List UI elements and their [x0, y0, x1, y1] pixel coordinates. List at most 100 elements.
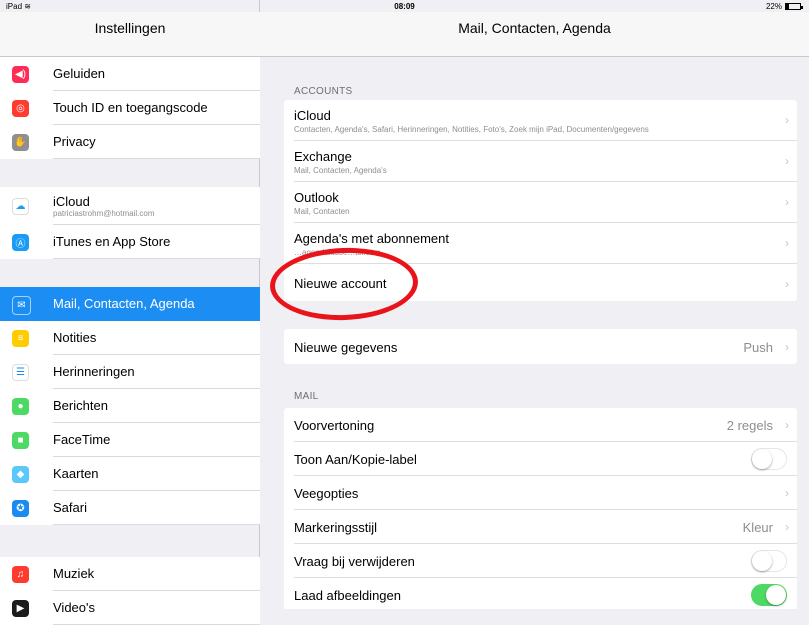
account-title: Exchange — [294, 149, 352, 164]
account-subtitle: …agendalosse…ail.com — [294, 248, 381, 257]
sidebar-item-label: Berichten — [53, 398, 108, 413]
speaker-icon: ◀) — [12, 66, 29, 83]
facetime-icon: ■ — [12, 432, 29, 449]
sidebar-item[interactable]: ■ FaceTime — [0, 423, 260, 457]
mail-setting-row[interactable]: Voorvertoning 2 regels › — [284, 408, 797, 442]
row-divider — [53, 524, 260, 525]
sidebar-item-label: Herinneringen — [53, 364, 135, 379]
sidebar-item[interactable]: ♫ Muziek — [0, 557, 260, 591]
messages-icon: ● — [12, 398, 29, 415]
chevron-right-icon: › — [785, 154, 789, 168]
battery-percent: 22% — [765, 2, 782, 11]
detail-pane: Mail, Contacten, Agenda ACCOUNTS iCloud C… — [260, 0, 809, 609]
sidebar-item-label: Safari — [53, 500, 87, 515]
hand-icon: ✋ — [12, 134, 29, 151]
row-divider — [53, 158, 260, 159]
chevron-right-icon: › — [785, 236, 789, 250]
mail-group: Voorvertoning 2 regels › Toon Aan/Kopie-lab… — [284, 408, 797, 609]
sidebar-item[interactable]: ● Berichten — [0, 389, 260, 423]
mail-setting-row[interactable]: Toon Aan/Kopie-label — [284, 442, 797, 476]
sidebar-item[interactable]: ☁ iCloud patriciastrohm@hotmail.com — [0, 187, 260, 225]
maps-icon: ◆ — [12, 466, 29, 483]
toggle-knob — [766, 585, 786, 605]
account-row[interactable]: Outlook Mail, Contacten › — [284, 182, 797, 223]
chevron-right-icon: › — [785, 277, 789, 291]
accounts-section-label: ACCOUNTS — [294, 86, 353, 97]
new-data-label: Nieuwe gegevens — [294, 340, 398, 355]
toggle-knob — [752, 551, 772, 571]
fingerprint-icon: ◎ — [12, 100, 29, 117]
sidebar-item-label: Notities — [53, 330, 97, 345]
sidebar-item-label: Video's — [53, 600, 95, 615]
sidebar-item[interactable]: ☰ Herinneringen — [0, 355, 260, 389]
account-title: Nieuwe account — [294, 276, 387, 291]
account-row[interactable]: iCloud Contacten, Agenda's, Safari, Herin… — [284, 100, 797, 141]
mail-setting-row[interactable]: Markeringsstijl Kleur › — [284, 510, 797, 544]
account-title: Outlook — [294, 190, 339, 205]
mail-setting-row[interactable]: Vraag bij verwijderen — [284, 544, 797, 578]
mail-setting-label: Voorvertoning — [294, 418, 375, 433]
sidebar-item[interactable]: ◆ Kaarten — [0, 457, 260, 491]
sidebar-item[interactable]: ◀) Geluiden — [0, 57, 260, 91]
chevron-right-icon: › — [785, 340, 789, 354]
account-subtitle: Contacten, Agenda's, Safari, Herinnering… — [294, 125, 649, 134]
mail-setting-row[interactable]: Laad afbeeldingen — [284, 578, 797, 609]
mail-setting-value: 2 regels — [726, 418, 773, 433]
account-row[interactable]: Exchange Mail, Contacten, Agenda's › — [284, 141, 797, 182]
settings-sidebar: Instellingen ◀) Geluiden ◎ Touch ID en toeg… — [0, 0, 260, 625]
chevron-right-icon: › — [785, 486, 789, 500]
sidebar-item-label: iTunes en App Store — [53, 234, 171, 249]
toggle-switch[interactable] — [751, 448, 787, 470]
chevron-right-icon: › — [785, 195, 789, 209]
sidebar-item-label: Kaarten — [53, 466, 99, 481]
sidebar-item[interactable]: ⒶiTunes en App Store — [0, 225, 260, 259]
battery-icon — [785, 3, 803, 10]
detail-header: Mail, Contacten, Agenda — [260, 12, 809, 57]
chevron-right-icon: › — [785, 418, 789, 432]
clock: 08:09 — [394, 2, 415, 11]
sidebar-item[interactable]: ◎ Touch ID en toegangscode — [0, 91, 260, 125]
battery-status: 22% — [765, 2, 803, 11]
toggle-switch[interactable] — [751, 550, 787, 572]
mail-setting-label: Laad afbeeldingen — [294, 588, 401, 603]
sidebar-item[interactable]: ▶ Video's — [0, 591, 260, 625]
mail-setting-row[interactable]: Veegopties › — [284, 476, 797, 510]
chevron-right-icon: › — [785, 113, 789, 127]
sidebar-item-label: Geluiden — [53, 66, 106, 81]
new-data-value: Push — [743, 340, 773, 355]
cloud-icon: ☁ — [12, 198, 29, 215]
page-title: Mail, Contacten, Agenda — [458, 20, 611, 36]
sidebar-item[interactable]: ✋ Privacy — [0, 125, 260, 159]
account-row[interactable]: Agenda's met abonnement …agendalosse…ail.… — [284, 223, 797, 264]
sidebar-item-label: Privacy — [53, 134, 96, 149]
account-subtitle: Mail, Contacten, Agenda's — [294, 166, 387, 175]
mail-setting-label: Vraag bij verwijderen — [294, 554, 415, 569]
sidebar-item[interactable]: ✉ Mail, Contacten, Agenda — [0, 287, 260, 321]
sidebar-item-label: Touch ID en toegangscode — [53, 100, 208, 115]
account-title: iCloud — [294, 108, 331, 123]
account-row[interactable]: Nieuwe account › — [284, 264, 797, 301]
music-icon: ♫ — [12, 566, 29, 583]
toggle-switch[interactable] — [751, 584, 787, 606]
toggle-knob — [752, 449, 772, 469]
sidebar-item[interactable]: ≡ Notities — [0, 321, 260, 355]
chevron-right-icon: › — [785, 520, 789, 534]
new-data-row[interactable]: Nieuwe gegevens Push › — [284, 329, 797, 364]
sidebar-header: Instellingen — [0, 12, 260, 57]
sidebar-item-label: FaceTime — [53, 432, 111, 447]
mail-setting-label: Markeringsstijl — [294, 520, 378, 535]
account-subtitle: Mail, Contacten — [294, 207, 350, 216]
mail-setting-value: Kleur — [742, 520, 773, 535]
app-store-icon: Ⓐ — [12, 234, 29, 251]
accounts-group: iCloud Contacten, Agenda's, Safari, Herin… — [284, 100, 797, 301]
sidebar-item-label: iCloud — [53, 194, 90, 209]
notes-icon: ≡ — [12, 330, 29, 347]
row-divider — [53, 258, 260, 259]
mail-setting-label: Veegopties — [294, 486, 359, 501]
mail-icon: ✉ — [12, 296, 31, 315]
sidebar-item[interactable]: ✪ Safari — [0, 491, 260, 525]
sidebar-item-label: Muziek — [53, 566, 95, 581]
mail-setting-label: Toon Aan/Kopie-label — [294, 452, 417, 467]
reminders-icon: ☰ — [12, 364, 29, 381]
sidebar-title: Instellingen — [94, 20, 166, 36]
